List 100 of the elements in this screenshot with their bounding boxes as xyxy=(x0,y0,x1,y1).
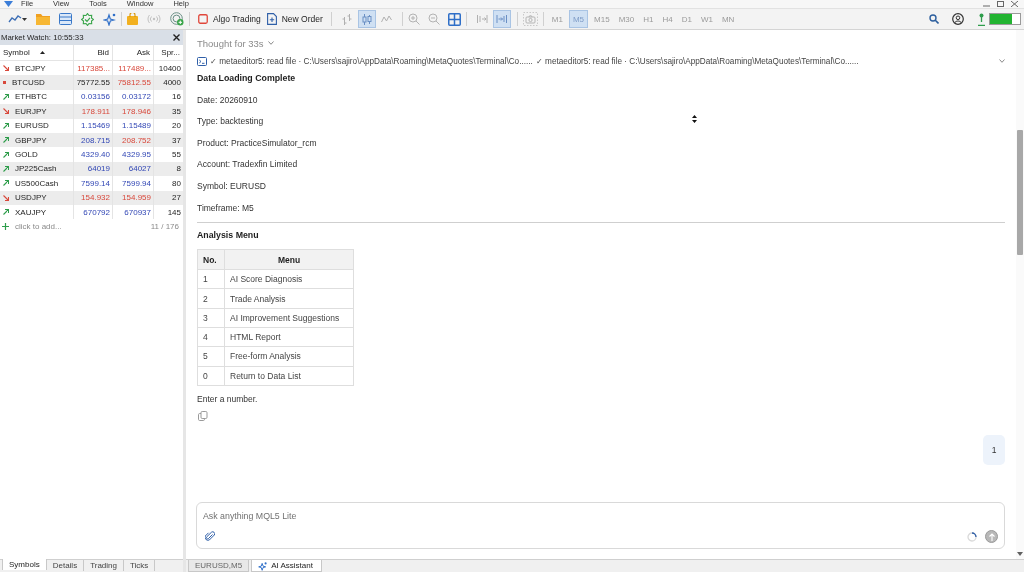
ask-price: 7599.94 xyxy=(113,176,154,191)
symbol-name: GOLD xyxy=(15,150,38,160)
bid-price: 4329.40 xyxy=(74,147,113,162)
send-button[interactable] xyxy=(985,530,998,543)
symbol-name: BTCJPY xyxy=(15,63,46,73)
symbol-name: US500Cash xyxy=(15,178,59,188)
spread-value: 16 xyxy=(171,91,182,104)
detail-line: Account: Tradexfin Limited xyxy=(197,158,298,172)
restore-icon[interactable] xyxy=(997,1,1004,7)
connection-meter-icon xyxy=(989,13,1021,25)
triangle-icon xyxy=(4,1,13,7)
ask-price: 154.959 xyxy=(113,190,154,205)
line-chart-icon xyxy=(381,15,393,23)
message-input-box[interactable]: Ask anything MQL5 Lite xyxy=(196,502,1005,549)
spread-value: 55 xyxy=(171,149,182,162)
bid-price: 1.15469 xyxy=(74,118,113,133)
document-tab[interactable]: AI Assistant xyxy=(251,560,322,572)
target-plus-icon[interactable] xyxy=(170,12,184,26)
spread-value: 27 xyxy=(171,192,182,205)
sparkle-icon xyxy=(258,561,268,571)
spread-value: 4000 xyxy=(162,77,182,90)
table-cell: Free-form Analysis xyxy=(224,346,354,367)
symbol-name: EURJPY xyxy=(15,106,47,116)
bid-price: 670792 xyxy=(74,204,113,220)
candlestick-toggle[interactable] xyxy=(357,10,376,28)
add-symbol-link[interactable]: click to add... xyxy=(15,221,62,231)
table-cell: 4 xyxy=(197,327,225,347)
symbol-name: XAUJPY xyxy=(15,207,47,217)
table-cell: AI Score Diagnosis xyxy=(224,269,354,289)
algo-trading-button[interactable]: Algo Trading xyxy=(196,12,263,26)
spread-value: 145 xyxy=(166,206,182,219)
grid-icon[interactable] xyxy=(447,12,461,26)
symbol-count: 11 / 176 xyxy=(150,221,179,231)
quote-row[interactable]: BTCJPY 117385... 117489... 10400 xyxy=(0,61,183,76)
paperclip-icon[interactable] xyxy=(205,531,215,542)
thought-toggle[interactable]: Thought for 33s xyxy=(197,36,274,50)
table-cell: HTML Report xyxy=(224,327,354,347)
camera-icon[interactable] xyxy=(522,12,538,26)
chart-shift-toggle[interactable] xyxy=(492,10,511,28)
panel-tab[interactable]: Symbols xyxy=(2,559,47,570)
search-icon[interactable] xyxy=(929,14,939,24)
detail-line: Timeframe: M5 xyxy=(197,201,254,215)
account-icon[interactable] xyxy=(952,13,964,25)
column-header[interactable]: Ask xyxy=(113,45,154,60)
tool-call-text: ✓ metaeditor5: read file · C:\Users\sajiro\AppData\Roaming\MetaQuotes\Terminal\Co...... xyxy=(535,56,859,66)
symbol-name: BTCUSD xyxy=(12,78,45,88)
bars-arrow-icon xyxy=(495,14,508,24)
quote-row[interactable]: EURJPY 178.911 178.946 35 xyxy=(0,104,183,119)
ask-price: 1.15489 xyxy=(113,118,154,133)
column-header[interactable]: Spr... xyxy=(154,45,183,60)
antenna-icon[interactable] xyxy=(977,12,986,26)
table-cell: AI Improvement Suggestions xyxy=(224,308,354,328)
chevron-down-icon[interactable] xyxy=(999,59,1005,63)
scrollbar-thumb[interactable] xyxy=(1017,130,1023,255)
spread-value: 8 xyxy=(175,163,182,176)
spread-value: 35 xyxy=(171,105,182,118)
bars-arrow-icon xyxy=(475,14,488,24)
symbol-name: ETHBTC xyxy=(15,92,47,102)
line-chart-icon[interactable] xyxy=(8,14,22,24)
close-icon[interactable] xyxy=(173,34,180,41)
caret-icon[interactable] xyxy=(22,17,27,21)
badge-check-icon[interactable] xyxy=(81,12,94,26)
table-cell: 0 xyxy=(197,366,225,386)
detail-line: Date: 20260910 xyxy=(197,93,258,107)
copy-icon[interactable] xyxy=(198,410,208,421)
zoom-out-icon[interactable] xyxy=(427,13,440,25)
zoom-in-icon[interactable] xyxy=(407,13,420,25)
ask-price: 178.946 xyxy=(113,104,154,119)
user-message-bubble: 1 xyxy=(983,434,1005,465)
table-cell: 1 xyxy=(197,269,225,289)
loading-spinner-icon xyxy=(967,531,977,542)
plus-icon[interactable] xyxy=(2,222,9,230)
column-header[interactable]: Bid xyxy=(74,45,113,60)
column-header[interactable]: Symbol xyxy=(0,45,74,60)
panel-icon[interactable] xyxy=(59,13,72,25)
document-tab[interactable]: EURUSD,M5 xyxy=(188,560,250,572)
quote-row[interactable]: BTCUSD 75772.55 75812.55 4000 xyxy=(0,75,183,90)
symbol-name: GBPJPY xyxy=(15,135,47,145)
quote-row[interactable]: GOLD 4329.40 4329.95 55 xyxy=(0,147,183,162)
terminal-icon xyxy=(197,56,207,66)
ask-price: 670937 xyxy=(113,204,154,220)
table-cell: 3 xyxy=(197,308,225,328)
symbol-name: USDJPY xyxy=(15,193,47,203)
message-input[interactable]: Ask anything MQL5 Lite xyxy=(203,509,998,523)
table-header: No. xyxy=(197,249,225,270)
scroll-down-icon[interactable] xyxy=(1017,552,1023,556)
arrow-up-icon xyxy=(988,532,995,541)
spread-value: 37 xyxy=(171,134,182,147)
quote-row[interactable]: US500Cash 7599.14 7599.94 80 xyxy=(0,176,183,191)
ohlc-bars-icon xyxy=(341,13,352,25)
table-cell: Trade Analysis xyxy=(224,288,354,309)
message-heading: Data Loading Complete xyxy=(197,72,296,85)
shopping-bag-icon[interactable] xyxy=(127,13,138,25)
table-cell: 2 xyxy=(197,288,225,309)
detail-line: Type: backtesting xyxy=(197,115,264,129)
broadcast-icon[interactable] xyxy=(147,14,161,24)
new-order-button[interactable]: New Order xyxy=(264,11,325,27)
ask-price: 75812.55 xyxy=(113,75,154,90)
sparkle-icon[interactable] xyxy=(103,12,116,26)
folder-icon[interactable] xyxy=(36,13,50,25)
